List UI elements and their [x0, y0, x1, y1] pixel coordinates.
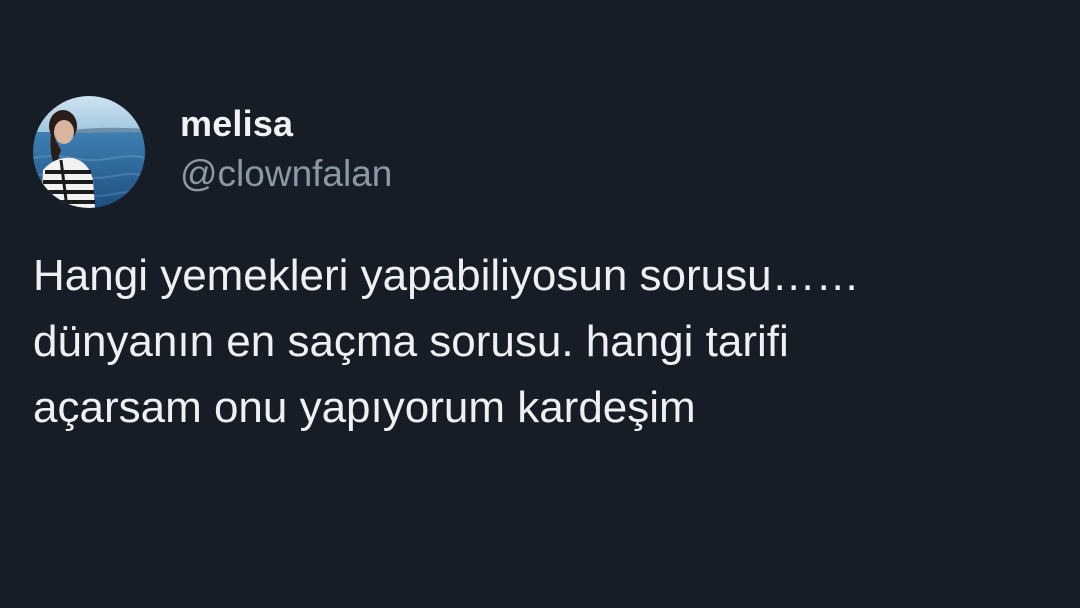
- tweet-card: melisa @clownfalan Hangi yemekleri yapab…: [0, 0, 1080, 608]
- tweet-text-line: dünyanın en saçma sorusu. hangi tarifi: [33, 317, 789, 366]
- tweet-text-line: Hangi yemekleri yapabiliyosun sorusu……: [33, 251, 860, 300]
- tweet-text: Hangi yemekleri yapabiliyosun sorusu…… d…: [33, 243, 1043, 441]
- tweet-text-line: açarsam onu yapıyorum kardeşim: [33, 383, 696, 432]
- display-name[interactable]: melisa: [180, 103, 293, 145]
- profile-photo-icon: [33, 96, 145, 208]
- avatar[interactable]: [33, 96, 145, 208]
- user-handle[interactable]: @clownfalan: [180, 153, 392, 195]
